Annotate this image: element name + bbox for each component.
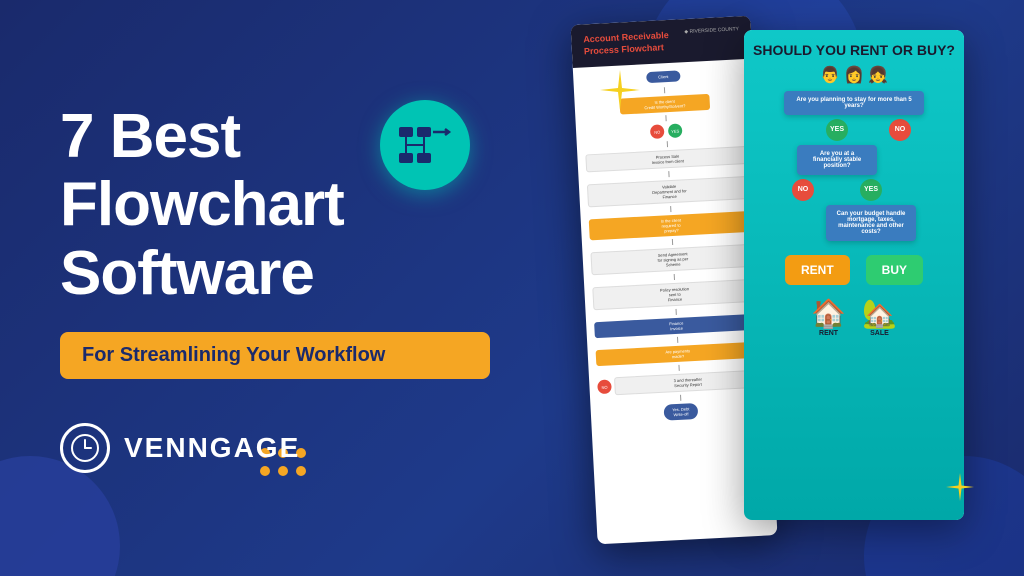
brand-area: VENNGAGE: [60, 423, 520, 473]
process-yes-badge: YES: [668, 124, 683, 139]
process-arrow: [663, 88, 664, 94]
flow-question-3: Can your budget handle mortgage, taxes, …: [826, 205, 916, 241]
process-arrow: [680, 395, 681, 401]
process-arrow: [675, 309, 676, 315]
process-box-last: 3 and thereafterSecurity Report: [614, 370, 762, 396]
process-arrow: [671, 239, 672, 245]
result-rent: RENT: [785, 255, 850, 285]
flow-question-2: Are you at a financially stable position…: [797, 145, 877, 175]
process-arrow: [668, 171, 669, 177]
card-front-flowchart: SHOULD YOU RENT OR BUY? 👨 👩 👧 Are you pl…: [744, 30, 964, 520]
sparkle-icon-2: [946, 473, 974, 506]
main-container: 7 Best Flowchart Software For Streamlini…: [0, 0, 1024, 576]
card-front-inner: SHOULD YOU RENT OR BUY? 👨 👩 👧 Are you pl…: [744, 30, 964, 520]
no-badge-1: NO: [889, 119, 911, 141]
process-diamond-3: Are paymentsmade?: [596, 342, 761, 367]
mini-flowchart: Are you planning to stay for more than 5…: [752, 91, 956, 337]
yes-badge-2: YES: [860, 179, 882, 201]
process-arrow: [673, 274, 674, 280]
card-back-logo: ◆ RIVERSIDE COUNTY: [684, 26, 739, 35]
process-box-4: Send Agreementfor signing as perScheme: [590, 244, 755, 276]
process-node-client: Client: [646, 71, 681, 84]
process-no-badge: NO: [650, 125, 665, 140]
house-rent: 🏠 RENT: [811, 297, 846, 337]
flow-results: RENT BUY: [785, 255, 923, 285]
process-end-node: Yes. DebtWrite-off: [664, 403, 698, 421]
process-arrow: [677, 337, 678, 343]
process-row-last: NO 3 and thereafterSecurity Report: [597, 370, 762, 397]
brand-name: VENNGAGE: [124, 432, 300, 464]
sparkle-icon-1: [600, 70, 640, 115]
flow-branch-1: YES Are you at a financially stable posi…: [752, 119, 956, 175]
flowchart-icon-badge: [380, 100, 470, 190]
subtitle-text: For Streamlining Your Workflow: [82, 344, 385, 366]
house-buy: 🏡 SALE: [862, 297, 897, 337]
process-arrow: [666, 142, 667, 148]
result-buy: BUY: [866, 255, 923, 285]
yes-badge-1: YES: [826, 119, 848, 141]
process-arrow: [670, 206, 671, 212]
process-box-finance: FinanceInvoice: [594, 314, 759, 339]
process-no-small: NO: [597, 380, 612, 395]
subtitle-badge: For Streamlining Your Workflow: [60, 332, 490, 379]
process-box-5: Policy resolutionsent toFinance: [592, 279, 757, 311]
no-badge-2: NO: [792, 179, 814, 201]
process-box-3: ValidateDepartment and forFinance: [587, 176, 752, 208]
process-diamond-2: Is the clientrequired toprepay?: [589, 211, 754, 241]
process-arrow: [678, 365, 679, 371]
process-box-2: Process SaleInvoice from client: [585, 146, 750, 173]
people-icons: 👨 👩 👧: [820, 65, 888, 85]
card-title: SHOULD YOU RENT OR BUY?: [753, 42, 955, 59]
house-icons: 🏠 RENT 🏡 SALE: [811, 297, 897, 337]
card-back-body: Client Is the clientCredit Worthy/Solven…: [573, 59, 772, 433]
flow-question-1: Are you planning to stay for more than 5…: [784, 91, 924, 115]
brand-logo-icon: [60, 423, 110, 473]
process-arrow: [665, 116, 666, 122]
flow-branch-2: NO YES Can your budget handle mortgage, …: [792, 179, 916, 241]
card-back-title: Account Receivable Process Flowchart: [583, 30, 670, 58]
